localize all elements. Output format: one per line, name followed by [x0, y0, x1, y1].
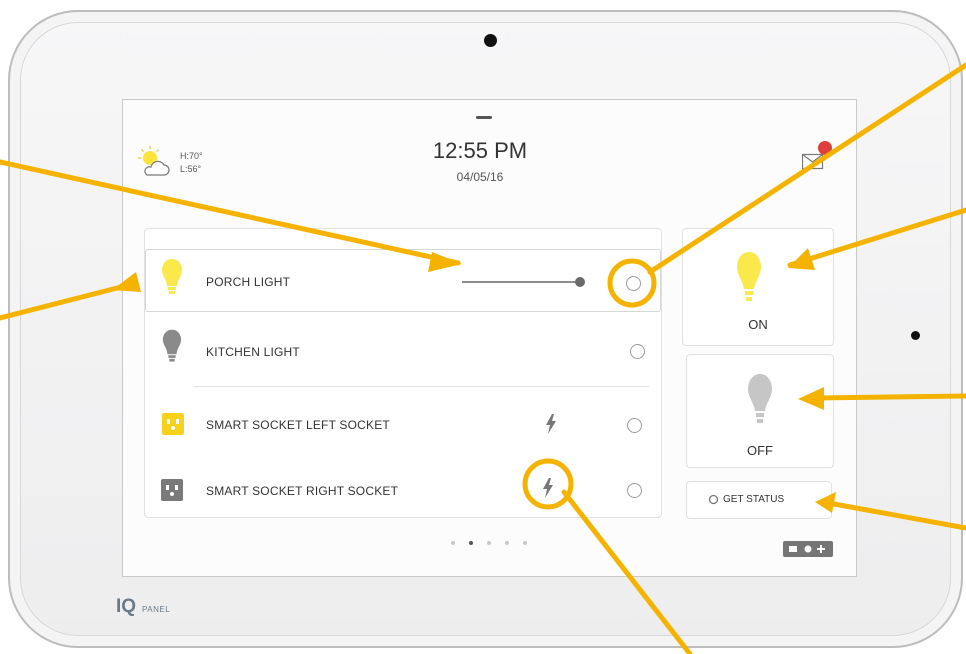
- callout-arrowhead: [428, 252, 462, 272]
- callout-ring: [522, 458, 574, 510]
- callout-arrowhead: [798, 387, 824, 410]
- callout-arrow: [0, 159, 461, 266]
- callout-arrow: [812, 393, 966, 401]
- callout-overlay: [0, 62, 966, 654]
- callout-arrow: [820, 499, 966, 531]
- callout-arrow: [0, 283, 128, 321]
- callout-arrowhead: [788, 248, 815, 270]
- callout-arrowhead: [112, 272, 141, 292]
- callout-ring: [607, 258, 657, 308]
- callout-arrow: [787, 207, 966, 268]
- callout-arrowhead: [815, 492, 836, 513]
- callout-arrow: [561, 489, 693, 654]
- callout-arrow: [647, 62, 966, 275]
